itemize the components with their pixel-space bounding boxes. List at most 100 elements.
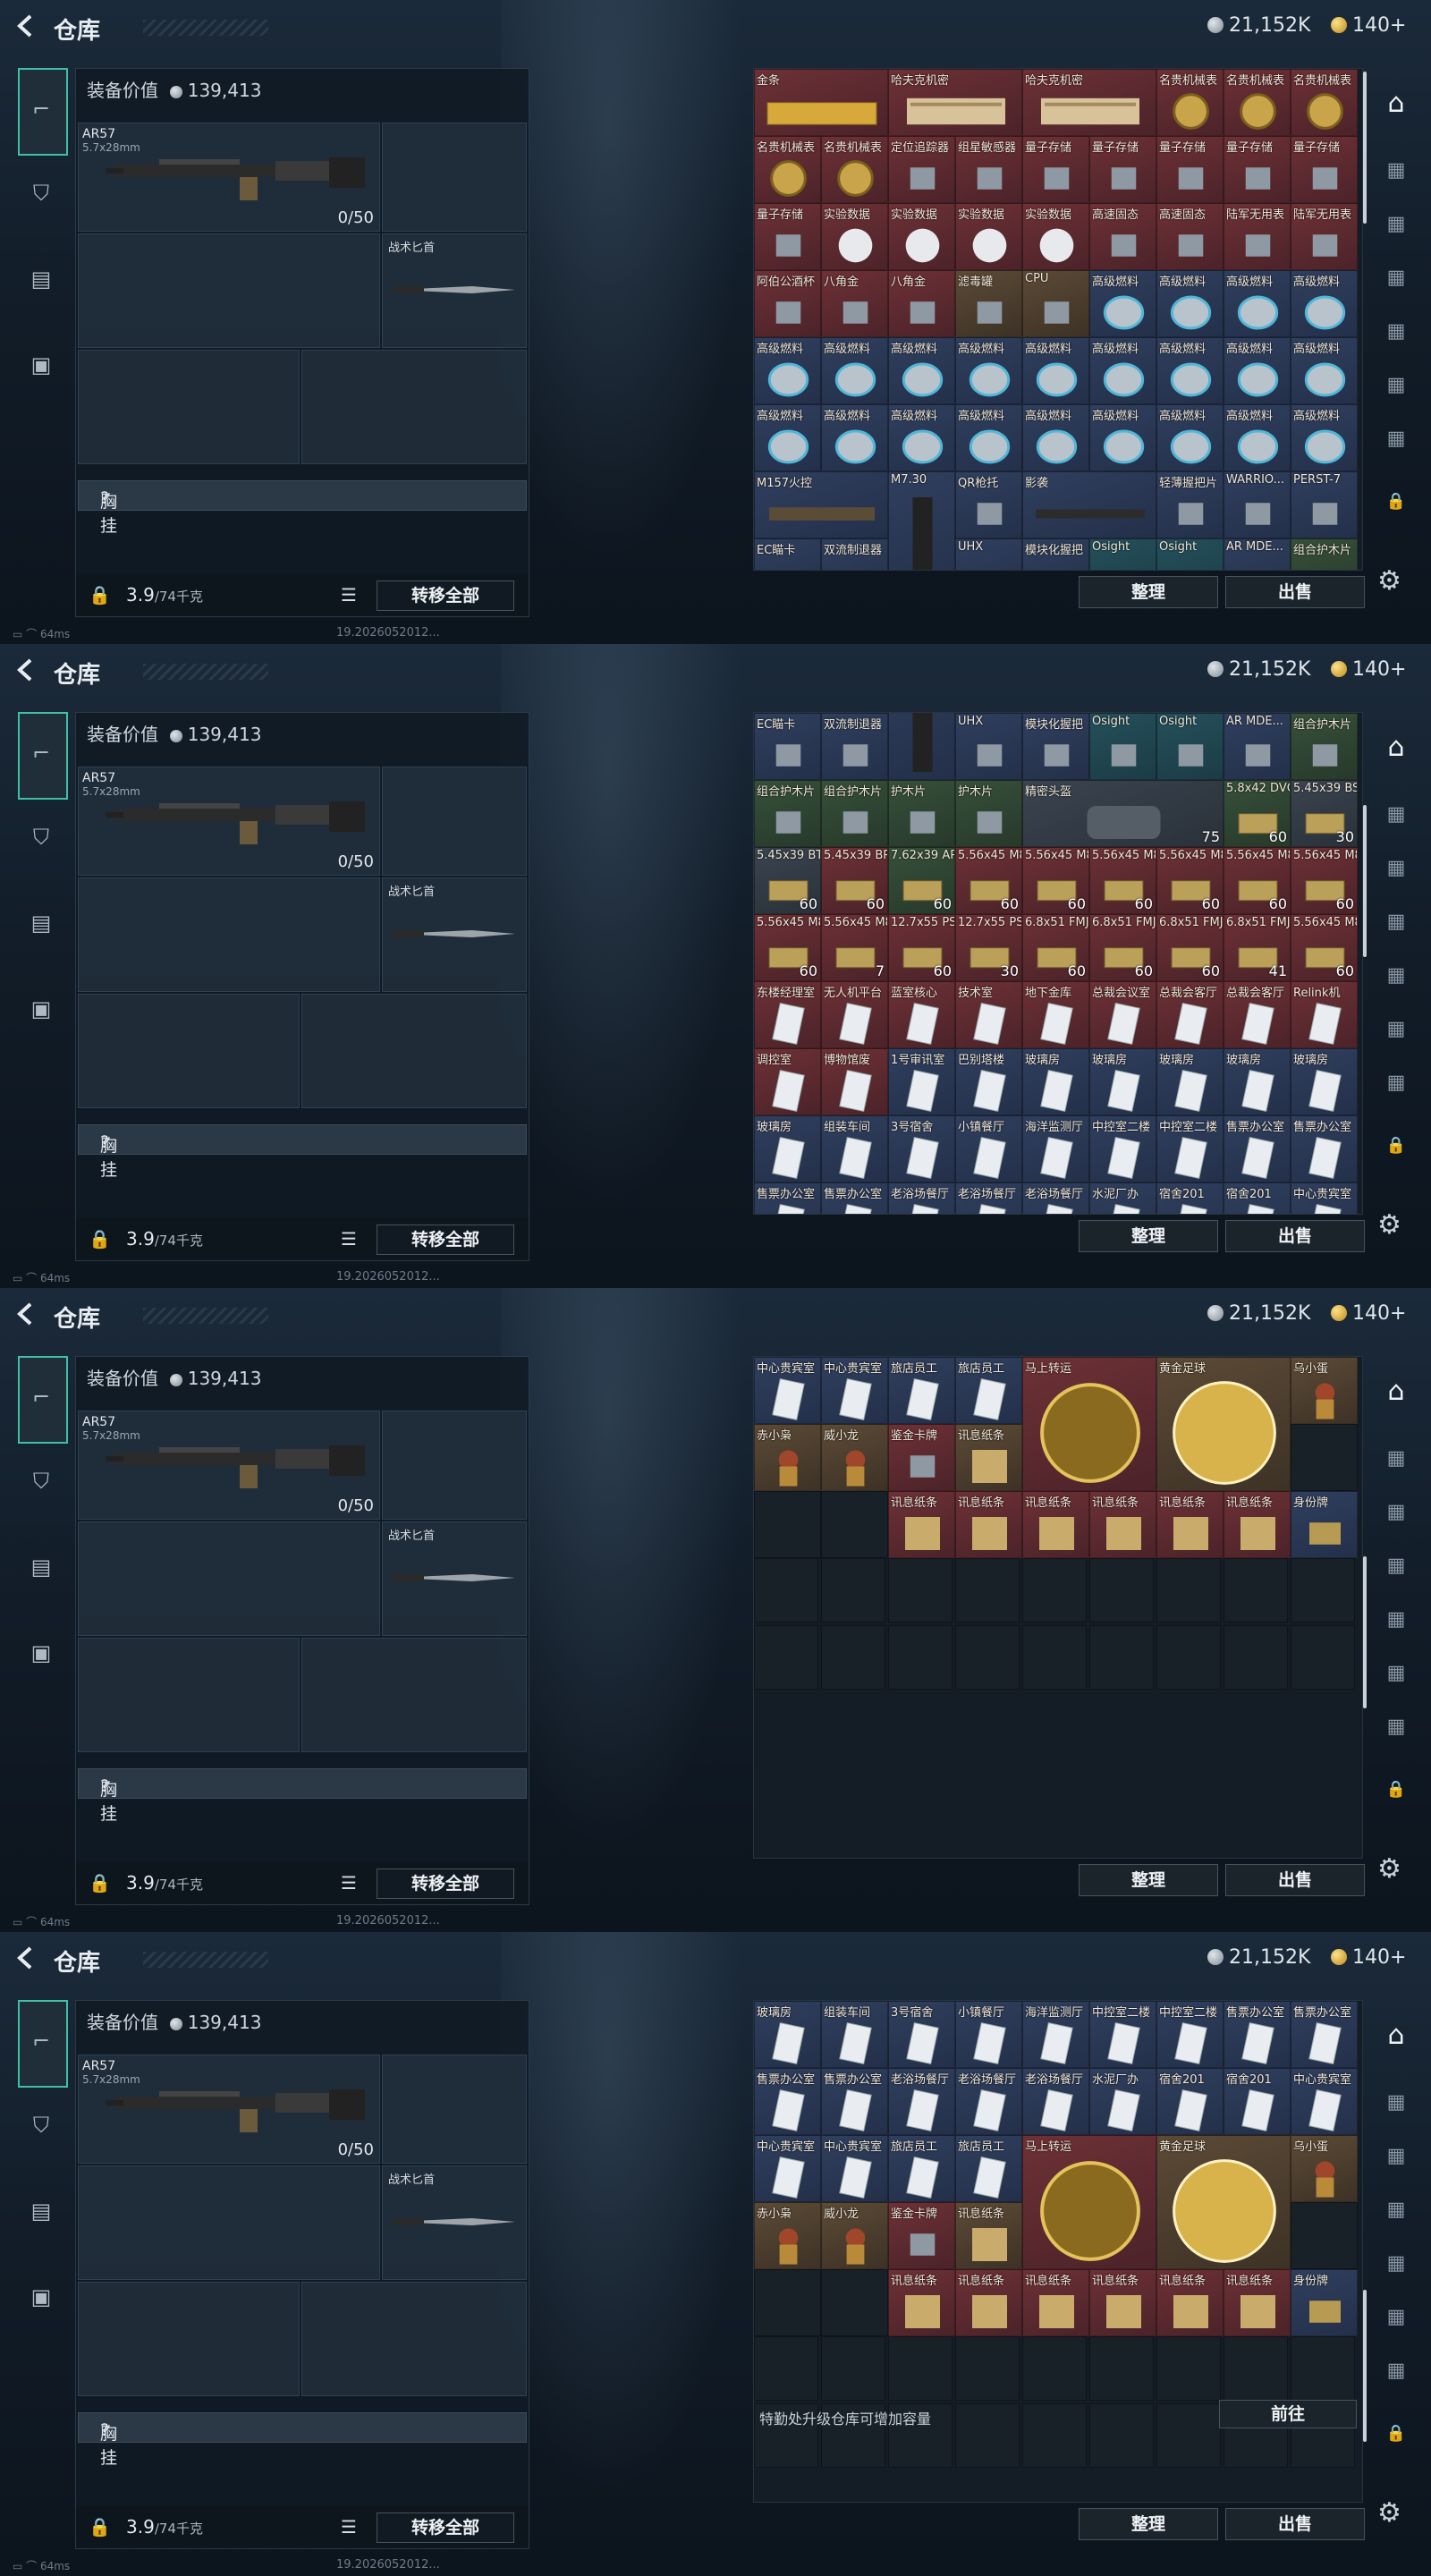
list-icon[interactable]: ☰ <box>341 1872 357 1894</box>
storage-item[interactable]: 量子存储 <box>1089 136 1156 203</box>
storage-item[interactable]: 7.62x39 AP 60 <box>888 847 955 914</box>
empty-storage-slot[interactable] <box>1156 2336 1221 2401</box>
storage-item[interactable]: 6.8x51 FMJ 60 <box>1089 914 1156 981</box>
settings-gear-icon[interactable]: ⚙ <box>1377 565 1401 597</box>
sort-button[interactable]: 整理 <box>1079 1220 1218 1252</box>
storage-page-5-icon[interactable]: ▦ <box>1381 1662 1411 1689</box>
storage-item[interactable]: 高级燃料 <box>1156 270 1224 337</box>
empty-storage-slot[interactable] <box>754 2269 821 2336</box>
storage-item[interactable]: 双流制退器 <box>821 713 888 780</box>
storage-item[interactable]: 阿伯公酒杯 <box>754 270 821 337</box>
empty-storage-slot[interactable] <box>1224 2336 1288 2401</box>
chest-rig-slot[interactable]: 胸挂 ? <box>78 1768 527 1824</box>
storage-page-2-icon[interactable]: ▦ <box>1381 213 1411 240</box>
settings-gear-icon[interactable]: ⚙ <box>1377 1209 1401 1241</box>
storage-item[interactable]: 黄金足球 <box>1156 2135 1291 2269</box>
tab-home-icon[interactable]: ⌂ <box>1381 1376 1411 1407</box>
sell-button[interactable]: 出售 <box>1225 1220 1365 1252</box>
storage-item[interactable]: 讯息纸条 <box>1156 1491 1224 1558</box>
armor-slot[interactable] <box>301 1638 527 1752</box>
storage-item[interactable]: 哈夫克机密 <box>1022 69 1156 136</box>
sort-button[interactable]: 整理 <box>1079 2508 1218 2540</box>
storage-item[interactable]: 讯息纸条 <box>1089 2269 1156 2336</box>
storage-item[interactable]: 老浴场餐厅 <box>888 1182 955 1214</box>
chest-rig-slot[interactable]: 胸挂 ? <box>78 2412 527 2468</box>
empty-storage-slot[interactable] <box>955 2336 1020 2401</box>
storage-item[interactable]: 赤小枭 <box>754 1424 821 1491</box>
storage-item[interactable]: 金条 <box>754 69 888 136</box>
storage-item[interactable]: 高级燃料 <box>1291 270 1358 337</box>
storage-page-6-icon[interactable]: ▦ <box>1381 428 1411 454</box>
chest-rig-icon[interactable]: ▤ <box>29 911 54 936</box>
storage-item[interactable]: 威小龙 <box>821 2202 888 2269</box>
tab-weapons[interactable]: ⌐ <box>18 1356 68 1444</box>
empty-storage-slot[interactable] <box>1291 1625 1355 1690</box>
storage-item[interactable]: 地下金库 <box>1022 981 1089 1048</box>
storage-item[interactable]: UHX <box>955 713 1022 780</box>
storage-page-4-icon[interactable]: ▦ <box>1381 964 1411 991</box>
storage-item[interactable]: 高级燃料 <box>1224 270 1291 337</box>
storage-page-3-icon[interactable]: ▦ <box>1381 2199 1411 2225</box>
storage-item[interactable]: 售票办公室 <box>1291 1115 1358 1182</box>
storage-page-6-icon[interactable]: ▦ <box>1381 1072 1411 1098</box>
storage-page-5-icon[interactable]: ▦ <box>1381 374 1411 401</box>
storage-item[interactable]: 售票办公室 <box>754 2068 821 2135</box>
secondary-weapon-slot[interactable] <box>78 877 380 992</box>
empty-storage-slot[interactable] <box>955 1558 1020 1623</box>
storage-item[interactable]: 高级燃料 <box>1291 404 1358 471</box>
empty-storage-slot[interactable] <box>1089 1625 1154 1690</box>
storage-item[interactable]: 小镇餐厅 <box>955 1115 1022 1182</box>
storage-page-4-icon[interactable]: ▦ <box>1381 2252 1411 2279</box>
silver-currency[interactable]: 21,152K <box>1207 14 1310 37</box>
storage-item[interactable]: 护木片 <box>955 780 1022 847</box>
primary-weapon-slot[interactable]: AR57 5.7x28mm 0/50 <box>78 123 380 232</box>
melee-slot[interactable]: 战术匕首 <box>382 2165 527 2280</box>
storage-item[interactable]: PERST-7 <box>1291 471 1358 538</box>
helmet-slot[interactable] <box>78 994 300 1108</box>
storage-item[interactable]: 黄金足球 <box>1156 1357 1291 1491</box>
storage-item[interactable]: 轻薄握把片 <box>1156 471 1224 538</box>
storage-item[interactable]: 马上转运 <box>1022 1357 1156 1491</box>
backpack-icon[interactable]: ▣ <box>29 2284 54 2309</box>
storage-item[interactable]: 5.56x45 M855 60 <box>754 914 821 981</box>
storage-item[interactable]: 总裁会客厅 <box>1156 981 1224 1048</box>
empty-storage-slot[interactable] <box>754 2336 818 2401</box>
settings-gear-icon[interactable]: ⚙ <box>1377 2497 1401 2529</box>
storage-scrollbar[interactable] <box>1363 72 1367 224</box>
storage-page-1-icon[interactable]: ▦ <box>1381 1447 1411 1474</box>
storage-item[interactable]: 中心贵宾室 <box>821 2135 888 2202</box>
backpack-icon[interactable]: ▣ <box>29 996 54 1021</box>
storage-item[interactable]: 影袭 <box>1022 471 1156 538</box>
storage-page-2-icon[interactable]: ▦ <box>1381 2145 1411 2172</box>
tab-home-icon[interactable]: ⌂ <box>1381 88 1411 119</box>
storage-item[interactable]: 名贵机械表 <box>754 136 821 203</box>
storage-item[interactable]: M7.30 <box>888 713 955 780</box>
sidearm-slot[interactable] <box>382 2055 527 2164</box>
storage-item[interactable]: 威小龙 <box>821 1424 888 1491</box>
storage-item[interactable]: 小镇餐厅 <box>955 2001 1022 2068</box>
tab-weapons[interactable]: ⌐ <box>18 2000 68 2088</box>
storage-page-4-icon[interactable]: ▦ <box>1381 1608 1411 1635</box>
storage-item[interactable]: 八角金 <box>888 270 955 337</box>
empty-storage-slot[interactable] <box>754 1491 821 1558</box>
storage-item[interactable]: 调控室 <box>754 1048 821 1115</box>
helmet-slot[interactable] <box>78 2282 300 2396</box>
sell-button[interactable]: 出售 <box>1225 1864 1365 1896</box>
back-arrow-icon[interactable] <box>13 1945 39 1971</box>
silver-currency[interactable]: 21,152K <box>1207 658 1310 681</box>
storage-scrollbar[interactable] <box>1363 2290 1367 2442</box>
back-arrow-icon[interactable] <box>13 657 39 683</box>
sidearm-slot[interactable] <box>382 767 527 876</box>
storage-item[interactable]: 中控室二楼 <box>1089 1115 1156 1182</box>
transfer-all-button[interactable]: 转移全部 <box>377 580 514 611</box>
backpack-icon[interactable]: ▣ <box>29 352 54 377</box>
transfer-all-button[interactable]: 转移全部 <box>377 2512 514 2543</box>
storage-item[interactable]: 5.56x45 M855 60 <box>1291 847 1358 914</box>
empty-storage-slot[interactable] <box>1089 2336 1154 2401</box>
storage-item[interactable]: Osight <box>1156 713 1224 780</box>
storage-item[interactable]: 技术室 <box>955 981 1022 1048</box>
empty-storage-slot[interactable] <box>821 1625 885 1690</box>
storage-item[interactable]: 玻璃房 <box>754 2001 821 2068</box>
storage-page-3-icon[interactable]: ▦ <box>1381 267 1411 293</box>
armor-slot[interactable] <box>301 2282 527 2396</box>
